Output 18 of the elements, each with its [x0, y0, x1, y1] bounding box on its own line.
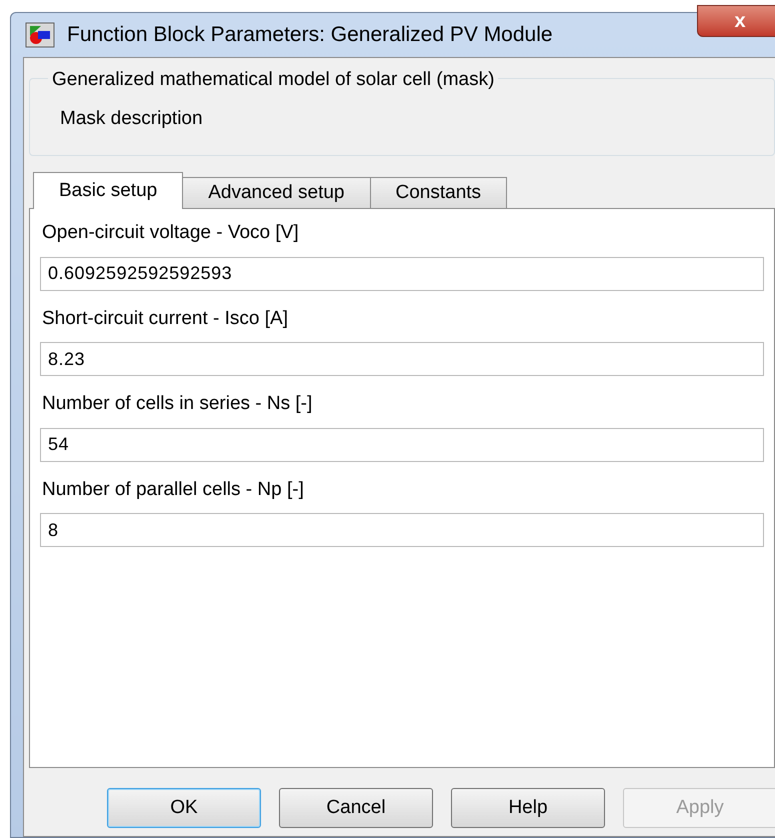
- tab[interactable]: Constants: [370, 177, 508, 208]
- parameter-field[interactable]: 0.6092592592592593: [40, 256, 764, 290]
- parameter-label: Number of parallel cells - Np [-]: [42, 478, 305, 502]
- close-button[interactable]: x: [697, 5, 775, 37]
- tab[interactable]: Advanced setup: [182, 177, 370, 208]
- parameter-field[interactable]: 8.23: [40, 342, 764, 376]
- dialog-button[interactable]: OK: [107, 788, 261, 828]
- dialog-button[interactable]: Cancel: [279, 788, 433, 828]
- parameter-field[interactable]: 8: [40, 513, 764, 547]
- dialog-button[interactable]: Help: [451, 788, 605, 828]
- tab[interactable]: Basic setup: [33, 172, 184, 209]
- block-icon: [25, 22, 55, 48]
- parameter-label: Number of cells in series - Ns [-]: [42, 392, 314, 416]
- window-title: Function Block Parameters: Generalized PV Module: [67, 22, 553, 48]
- parameter-label: Open-circuit voltage - Voco [V]: [42, 221, 300, 245]
- mask-description: Mask description: [60, 108, 203, 129]
- parameter-field[interactable]: 54: [40, 428, 764, 462]
- parameter-label: Short-circuit current - Isco [A]: [42, 306, 290, 330]
